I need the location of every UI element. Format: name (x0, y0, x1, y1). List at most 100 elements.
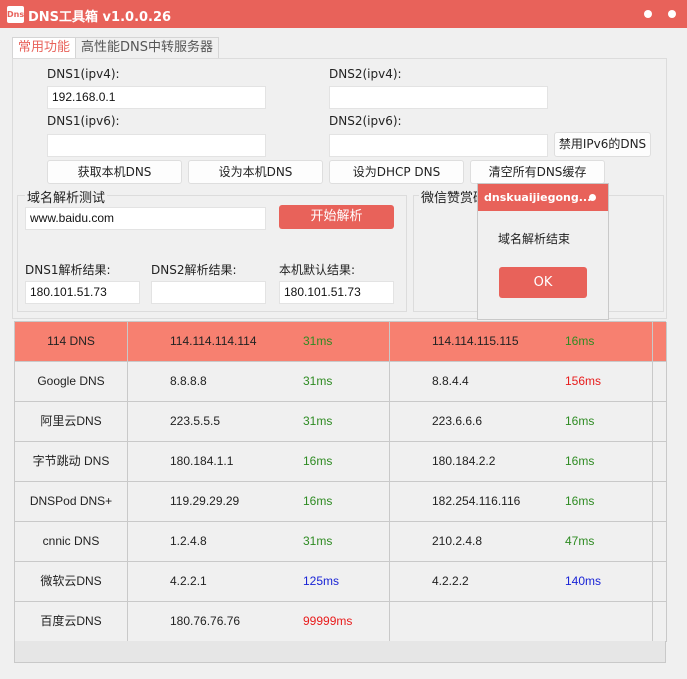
secondary-ip-cell: 8.8.4.4 156ms (390, 362, 653, 402)
secondary-ip: 180.184.2.2 (432, 454, 496, 468)
secondary-ip: 8.8.4.4 (432, 374, 469, 388)
primary-ip-cell: 119.29.29.29 16ms (128, 482, 390, 522)
secondary-latency: 16ms (565, 334, 595, 348)
local-result-field[interactable]: 180.101.51.73 (279, 281, 394, 304)
set-local-dns-button[interactable]: 设为本机DNS (188, 160, 323, 184)
secondary-ip: 210.2.4.8 (432, 534, 483, 548)
dns2-result-label: DNS2解析结果: (151, 263, 237, 277)
dns2-ipv4-label: DNS2(ipv4): (329, 67, 402, 81)
primary-ip-cell: 1.2.4.8 31ms (128, 522, 390, 562)
start-resolve-button[interactable]: 开始解析 (279, 205, 394, 229)
dns2-ipv6-input[interactable] (329, 134, 548, 157)
primary-latency: 16ms (303, 454, 333, 468)
domain-input[interactable]: www.baidu.com (25, 207, 266, 230)
secondary-ip-cell: 4.2.2.2 140ms (390, 562, 653, 602)
primary-latency: 99999ms (303, 614, 353, 628)
secondary-ip-cell: 114.114.115.115 16ms (390, 322, 653, 362)
table-row[interactable]: 字节跳动 DNS 180.184.1.1 16ms 180.184.2.2 16ms (15, 442, 667, 482)
secondary-ip: 182.254.116.116 (432, 494, 521, 508)
primary-ip-cell: 8.8.8.8 31ms (128, 362, 390, 402)
dns1-ipv4-input[interactable]: 192.168.0.1 (47, 86, 266, 109)
dns1-ipv6-label: DNS1(ipv6): (47, 114, 120, 128)
server-name: Google DNS (15, 362, 128, 402)
table-row[interactable]: 百度云DNS 180.76.76.76 99999ms (15, 602, 667, 642)
set-dhcp-dns-button[interactable]: 设为DHCP DNS (329, 160, 464, 184)
resolve-finished-dialog: dnskuaijiegong... 域名解析结束 OK (477, 183, 609, 320)
row-tail-cell (653, 402, 667, 442)
primary-latency: 125ms (303, 574, 340, 588)
dns-server-table: 114 DNS 114.114.114.114 31ms 114.114.115.11… (14, 321, 667, 642)
close-button[interactable] (668, 10, 676, 18)
secondary-ip: 114.114.115.115 (432, 334, 519, 348)
primary-ip: 114.114.114.114 (170, 334, 257, 348)
primary-latency: 31ms (303, 374, 333, 388)
dns1-result-field[interactable]: 180.101.51.73 (25, 281, 140, 304)
secondary-latency: 16ms (565, 454, 595, 468)
table-row[interactable]: 微软云DNS 4.2.2.1 125ms 4.2.2.2 140ms (15, 562, 667, 602)
tab-common-functions[interactable]: 常用功能 (12, 37, 77, 59)
dns1-ipv6-input[interactable] (47, 134, 266, 157)
dns1-result-label: DNS1解析结果: (25, 263, 111, 277)
secondary-latency: 140ms (565, 574, 602, 588)
secondary-latency: 16ms (565, 494, 595, 508)
server-name: 字节跳动 DNS (15, 442, 128, 482)
server-name: 百度云DNS (15, 602, 128, 642)
primary-ip: 4.2.2.1 (170, 574, 207, 588)
dialog-title-bar[interactable]: dnskuaijiegong... (478, 184, 608, 211)
row-tail-cell (653, 562, 667, 602)
table-row[interactable]: 114 DNS 114.114.114.114 31ms 114.114.115.11… (15, 322, 667, 362)
dns2-result-field[interactable] (151, 281, 266, 304)
minimize-button[interactable] (644, 10, 652, 18)
dialog-title: dnskuaijiegong... (484, 191, 592, 204)
dns2-ipv4-input[interactable] (329, 86, 548, 109)
row-tail-cell (653, 362, 667, 402)
server-name: 114 DNS (15, 322, 128, 362)
table-row[interactable]: cnnic DNS 1.2.4.8 31ms 210.2.4.8 47ms (15, 522, 667, 562)
primary-latency: 31ms (303, 414, 333, 428)
table-row[interactable]: DNSPod DNS+ 119.29.29.29 16ms 182.254.116.1… (15, 482, 667, 522)
tab-dns-relay-server[interactable]: 高性能DNS中转服务器 (75, 37, 219, 59)
secondary-ip-cell (390, 602, 653, 642)
primary-ip-cell: 180.184.1.1 16ms (128, 442, 390, 482)
secondary-latency: 16ms (565, 414, 595, 428)
dns1-ipv4-label: DNS1(ipv4): (47, 67, 120, 81)
secondary-ip-cell: 210.2.4.8 47ms (390, 522, 653, 562)
row-tail-cell (653, 482, 667, 522)
app-logo-icon: Dns (7, 6, 24, 23)
row-tail-cell (653, 522, 667, 562)
secondary-ip: 4.2.2.2 (432, 574, 469, 588)
primary-ip-cell: 4.2.2.1 125ms (128, 562, 390, 602)
primary-ip: 223.5.5.5 (170, 414, 221, 428)
primary-ip: 180.76.76.76 (170, 614, 241, 628)
get-local-dns-button[interactable]: 获取本机DNS (47, 160, 182, 184)
dialog-ok-button[interactable]: OK (499, 267, 587, 298)
primary-ip-cell: 223.5.5.5 31ms (128, 402, 390, 442)
primary-ip: 1.2.4.8 (170, 534, 207, 548)
primary-ip: 180.184.1.1 (170, 454, 234, 468)
primary-latency: 16ms (303, 494, 333, 508)
dialog-message: 域名解析结束 (498, 232, 571, 246)
dialog-close-button[interactable] (589, 194, 596, 201)
server-name: 阿里云DNS (15, 402, 128, 442)
dns2-ipv6-label: DNS2(ipv6): (329, 114, 402, 128)
resolve-test-title: 域名解析测试 (25, 187, 108, 206)
window-title: DNS工具箱 v1.0.0.26 (28, 10, 172, 25)
secondary-ip: 223.6.6.6 (432, 414, 483, 428)
table-row[interactable]: 阿里云DNS 223.5.5.5 31ms 223.6.6.6 16ms (15, 402, 667, 442)
table-row[interactable]: Google DNS 8.8.8.8 31ms 8.8.4.4 156ms (15, 362, 667, 402)
primary-ip-cell: 114.114.114.114 31ms (128, 322, 390, 362)
secondary-ip-cell: 223.6.6.6 16ms (390, 402, 653, 442)
primary-latency: 31ms (303, 534, 333, 548)
row-tail-cell (653, 322, 667, 362)
clear-dns-cache-button[interactable]: 清空所有DNS缓存 (470, 160, 605, 184)
disable-ipv6-dns-button[interactable]: 禁用IPv6的DNS (554, 132, 651, 157)
title-bar[interactable]: Dns DNS工具箱 v1.0.0.26 (0, 0, 687, 28)
secondary-latency: 47ms (565, 534, 595, 548)
table-scroll-area[interactable] (14, 641, 666, 663)
primary-latency: 31ms (303, 334, 333, 348)
secondary-latency: 156ms (565, 374, 602, 388)
server-name: cnnic DNS (15, 522, 128, 562)
primary-ip: 8.8.8.8 (170, 374, 207, 388)
row-tail-cell (653, 442, 667, 482)
server-name: 微软云DNS (15, 562, 128, 602)
